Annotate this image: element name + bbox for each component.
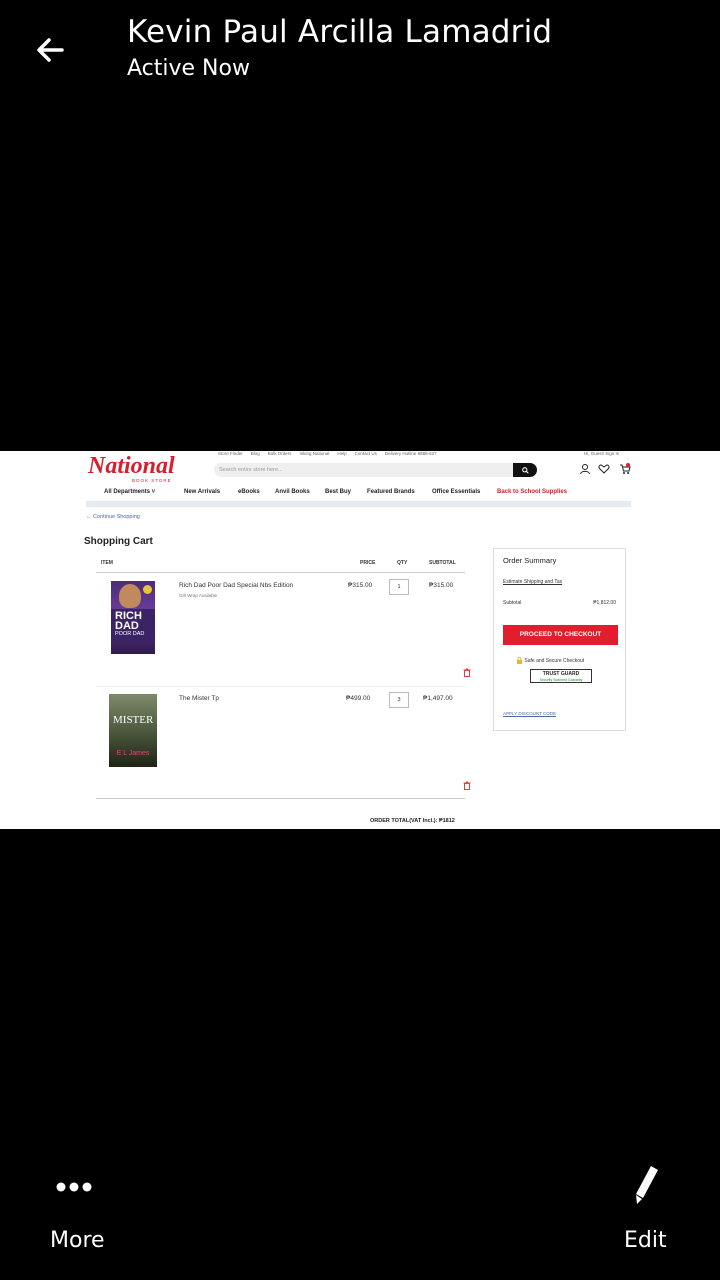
store-search-input: Search entire store here... xyxy=(214,463,514,477)
nav-divider xyxy=(86,501,631,507)
trash-icon xyxy=(463,781,471,790)
secure-checkout-note: Safe and Secure Checkout xyxy=(516,657,584,664)
edit-button[interactable]: Edit xyxy=(615,1160,685,1260)
contact-status: Active Now xyxy=(127,56,250,81)
trash-icon xyxy=(463,668,471,677)
top-links: Store Finder Blog Bulk Orders Inking Nation… xyxy=(218,451,437,456)
store-search-button xyxy=(513,463,537,477)
lock-icon xyxy=(517,657,522,664)
product-subtotal: ₱1,497.00 xyxy=(423,695,453,702)
store-logo: National BOOK STORE xyxy=(88,453,175,483)
cart-bottom-rule xyxy=(96,798,465,799)
apply-discount-link: APPLY DISCOUNT CODE xyxy=(503,711,557,716)
pencil-icon xyxy=(636,1166,658,1204)
book-cover: RICH DAD POOR DAD xyxy=(111,581,155,654)
gift-wrap-note: Gift Wrap Available xyxy=(179,593,218,598)
continue-shopping-link: ← Continue Shopping xyxy=(86,514,140,520)
department-nav: All Departments ˅ New Arrivals eBooks An… xyxy=(104,489,568,495)
search-icon xyxy=(521,466,529,474)
quantity-field: 3 xyxy=(389,692,409,708)
summary-title: Order Summary xyxy=(503,556,557,565)
heart-icon xyxy=(598,464,610,474)
col-price: PRICE xyxy=(360,560,376,566)
shared-screenshot[interactable]: National BOOK STORE Store Finder Blog Bulk… xyxy=(0,451,720,829)
proceed-to-checkout-button: PROCEED TO CHECKOUT xyxy=(503,625,618,645)
col-item: ITEM xyxy=(101,560,113,566)
product-price: ₱499.00 xyxy=(346,695,371,702)
header-rule xyxy=(96,572,465,573)
book-cover: MISTER E L James xyxy=(109,694,157,767)
product-title: The Mister Tp xyxy=(179,695,219,702)
col-subtotal: SUBTOTAL xyxy=(429,560,456,566)
subtotal-label: Subtotal xyxy=(503,600,522,606)
more-label: More xyxy=(50,1228,105,1253)
product-price: ₱315.00 xyxy=(348,582,373,589)
edit-label: Edit xyxy=(624,1228,667,1253)
user-icon xyxy=(580,464,590,475)
quantity-field: 1 xyxy=(389,579,409,595)
order-total: ORDER TOTAL(VAT Incl.): ₱1812 xyxy=(370,818,455,824)
col-qty: QTY xyxy=(397,560,408,566)
subtotal-value: ₱1,812.00 xyxy=(593,600,616,606)
product-title: Rich Dad Poor Dad Special Nbs Edition xyxy=(179,582,294,589)
trust-guard-badge: TRUST GUARD Security Scanned Guaranty xyxy=(530,669,592,683)
cart-icon xyxy=(620,463,631,474)
estimate-shipping-link: Estimate Shipping and Tax xyxy=(503,579,563,585)
item-divider xyxy=(96,686,465,687)
account-link: Hi, Guest! Sign In xyxy=(584,451,620,456)
more-button[interactable]: More xyxy=(40,1160,110,1260)
product-subtotal: ₱315.00 xyxy=(429,582,454,589)
back-button[interactable] xyxy=(28,28,72,72)
contact-name: Kevin Paul Arcilla Lamadrid xyxy=(127,14,553,50)
back-arrow-icon xyxy=(37,38,64,62)
order-summary: Order Summary Estimate Shipping and Tax … xyxy=(493,548,626,731)
more-dots-icon xyxy=(56,1182,92,1192)
page-title: Shopping Cart xyxy=(84,536,153,547)
